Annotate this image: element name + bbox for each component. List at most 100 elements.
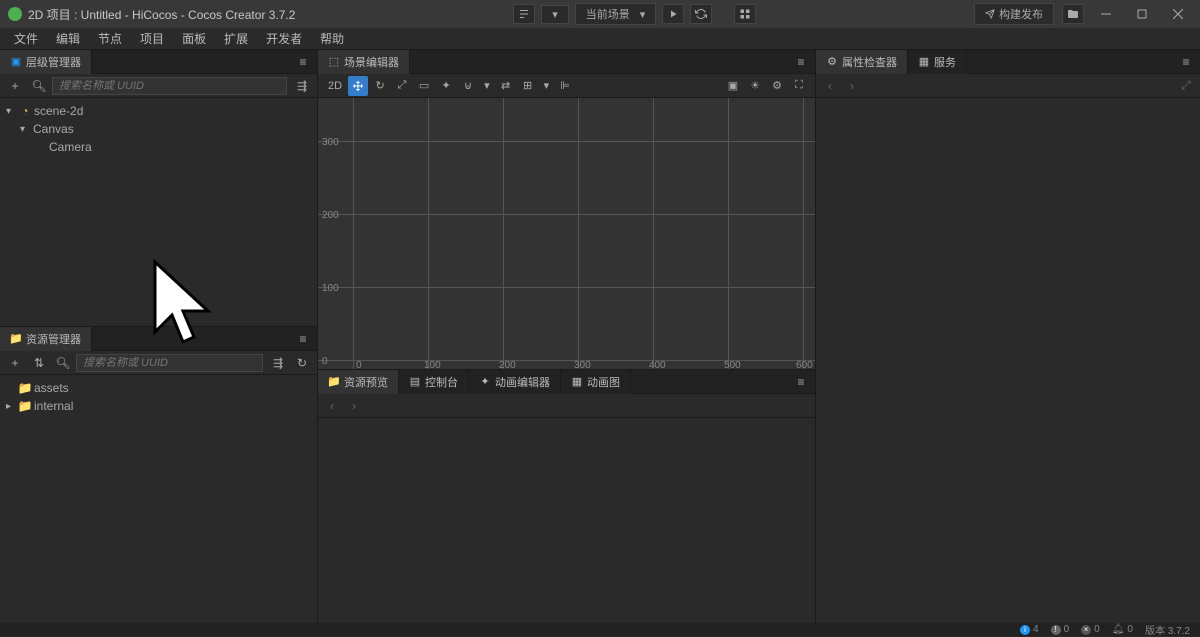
menu-developer[interactable]: 开发者 [258,28,310,49]
gear-icon[interactable]: ⚙ [767,76,787,96]
services-icon: ▦ [918,56,930,68]
inspector-tab[interactable]: ⚙属性检查器 [816,50,908,74]
console-icon: ▤ [409,376,421,388]
axis-label: 600 [796,360,813,369]
hierarchy-menu-icon[interactable]: ≡ [293,52,313,72]
assets-tab[interactable]: 📁 资源管理器 [0,327,92,351]
folder-icon: 📁 [328,376,340,388]
menu-extension[interactable]: 扩展 [216,28,256,49]
snap-tool[interactable]: ⊞ [518,76,538,96]
qr-button[interactable] [734,4,756,24]
services-tab[interactable]: ▦服务 [908,50,967,74]
error-icon: × [1081,625,1091,635]
folder-icon: 📁 [19,400,31,412]
folder-button[interactable] [1062,4,1084,24]
status-info[interactable]: i4 [1020,624,1039,635]
inspector-panel: ⚙属性检查器 ▦服务 ≡ ‹ › ⤢ [816,50,1200,623]
tree-node-label: Camera [49,140,92,154]
align-tool[interactable]: ⊫ [555,76,575,96]
fullscreen-icon[interactable]: ⛶ [789,76,809,96]
tree-node-internal-folder[interactable]: ▸ 📁 internal [0,397,317,415]
close-button[interactable] [1164,4,1192,24]
menu-file[interactable]: 文件 [6,28,46,49]
search-icon: 🔍︎ [54,354,72,372]
bottom-menu-icon[interactable]: ≡ [791,372,811,392]
nav-back-icon[interactable]: ‹ [324,398,340,414]
nav-back-icon[interactable]: ‹ [822,78,838,94]
hierarchy-tab[interactable]: ▣ 层级管理器 [0,50,92,74]
menu-bar: 文件 编辑 节点 项目 面板 扩展 开发者 帮助 [0,28,1200,50]
local-tool[interactable]: ⇄ [496,76,516,96]
tree-node-assets-folder[interactable]: 📁 assets [0,379,317,397]
assets-panel: 📁 资源管理器 ≡ + ⇅ 🔍︎ ⇶ ↻ 📁 assets [0,327,317,623]
menu-project[interactable]: 项目 [132,28,172,49]
hierarchy-tree[interactable]: ▾ ◔ scene-2d ▾ Canvas Camera [0,98,317,326]
tree-node-scene[interactable]: ▾ ◔ scene-2d [0,102,317,120]
tree-node-canvas[interactable]: ▾ Canvas [0,120,317,138]
menu-help[interactable]: 帮助 [312,28,352,49]
refresh-button[interactable] [690,4,712,24]
rect-tool[interactable]: ▭ [414,76,434,96]
chevron-right-icon[interactable]: ▸ [6,401,16,412]
hierarchy-filter-icon[interactable]: ⇶ [293,77,311,95]
anchor-dropdown[interactable]: ▾ [480,76,494,96]
dropdown-arrow[interactable]: ▾ [541,5,569,24]
scene-toolbar: 2D ↻ ⤢ ▭ ✦ ⊍ ▾ ⇄ ⊞ ▾ ⊫ ▣ ☀ ⚙ ⛶ [318,74,815,98]
scale-tool[interactable]: ⤢ [392,76,412,96]
axis-label: 100 [322,283,339,294]
move-tool[interactable] [348,76,368,96]
scene-icon: ◔ [19,105,31,117]
assets-refresh-icon[interactable]: ↻ [293,354,311,372]
camera-icon[interactable]: ▣ [723,76,743,96]
menu-panel[interactable]: 面板 [174,28,214,49]
status-warn[interactable]: !0 [1051,624,1070,635]
assets-tree[interactable]: 📁 assets ▸ 📁 internal [0,375,317,623]
2d-3d-toggle[interactable]: 2D [324,76,346,96]
graph-icon: ▦ [571,376,583,388]
add-asset-button[interactable]: + [6,354,24,372]
scene-dropdown[interactable]: 当前场景▾ [575,3,657,25]
transform-tool[interactable]: ✦ [436,76,456,96]
inspector-menu-icon[interactable]: ≡ [1176,52,1196,72]
chevron-down-icon[interactable]: ▾ [6,106,16,117]
assets-search-input[interactable] [76,354,263,372]
sort-button[interactable]: ⇅ [30,354,48,372]
bottom-panel: 📁资源预览 ▤控制台 ✦动画编辑器 ▦动画图 ≡ ‹ › [318,370,815,623]
scene-menu-icon[interactable]: ≡ [791,52,811,72]
scene-icon: ⬚ [328,56,340,68]
axis-label: 100 [424,360,441,369]
app-icon [8,7,22,21]
light-icon[interactable]: ☀ [745,76,765,96]
title-bar: 2D 项目 : Untitled - HiCocos - Cocos Creat… [0,0,1200,28]
expand-icon[interactable]: ⤢ [1178,78,1194,94]
menu-node[interactable]: 节点 [90,28,130,49]
rotate-tool[interactable]: ↻ [370,76,390,96]
nav-forward-icon[interactable]: › [844,78,860,94]
nav-forward-icon[interactable]: › [346,398,362,414]
animation-editor-tab[interactable]: ✦动画编辑器 [469,370,561,394]
clear-button[interactable] [513,4,535,24]
scene-editor-tab[interactable]: ⬚ 场景编辑器 [318,50,410,74]
hierarchy-search-input[interactable] [52,77,287,95]
scene-grid: 0 100 200 300 0 100 200 300 400 500 600 [318,98,815,369]
assets-menu-icon[interactable]: ≡ [293,329,313,349]
status-notif[interactable]: 🔔︎0 [1112,624,1133,635]
tree-node-label: Canvas [33,122,74,136]
assets-filter-icon[interactable]: ⇶ [269,354,287,372]
add-node-button[interactable]: + [6,77,24,95]
build-button[interactable]: 构建发布 [974,3,1054,25]
play-button[interactable] [662,4,684,24]
status-error[interactable]: ×0 [1081,624,1100,635]
animation-graph-tab[interactable]: ▦动画图 [561,370,631,394]
preview-tab[interactable]: 📁资源预览 [318,370,399,394]
minimize-button[interactable] [1092,4,1120,24]
chevron-down-icon[interactable]: ▾ [20,124,30,135]
tree-node-camera[interactable]: Camera [0,138,317,156]
scene-view[interactable]: 0 100 200 300 0 100 200 300 400 500 600 [318,98,815,369]
menu-edit[interactable]: 编辑 [48,28,88,49]
axis-label: 400 [649,360,666,369]
console-tab[interactable]: ▤控制台 [399,370,469,394]
anchor-tool[interactable]: ⊍ [458,76,478,96]
snap-dropdown[interactable]: ▾ [540,76,554,96]
maximize-button[interactable] [1128,4,1156,24]
